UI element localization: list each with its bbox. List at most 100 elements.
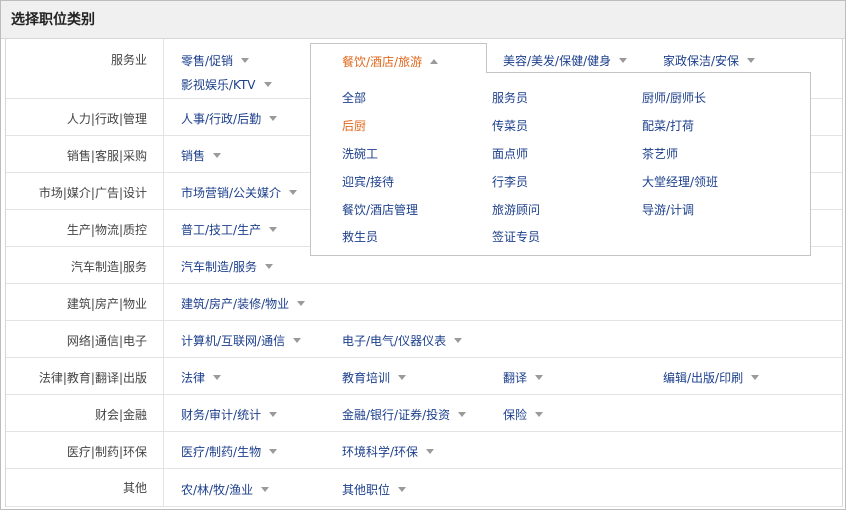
category-label: 服务业 — [110, 53, 147, 67]
subcategory-label: 金融/银行/证券/投资 — [342, 408, 451, 422]
subcategory-law[interactable]: 法律 — [181, 369, 222, 386]
chevron-down-icon — [398, 375, 407, 380]
subcategory-hr-admin[interactable]: 人事/行政/后勤 — [181, 110, 278, 127]
dropdown-item-visa-specialist[interactable]: 签证专员 — [492, 228, 540, 245]
subcategory-label: 环境科学/环保 — [342, 445, 419, 459]
category-row-other: 其他 农/林/牧/渔业 其他职位 — [6, 469, 842, 507]
dropdown-item-dishwasher[interactable]: 洗碗工 — [342, 145, 378, 162]
dropdown-item-hotel-management[interactable]: 餐饮/酒店管理 — [342, 201, 418, 218]
chevron-down-icon — [458, 412, 467, 417]
subcategory-medical-pharma[interactable]: 医疗/制药/生物 — [181, 443, 278, 460]
subcategory-label: 普工/技工/生产 — [181, 223, 262, 237]
active-subcategory-label: 餐饮/酒店/旅游 — [342, 53, 439, 70]
subcategory-retail-promotion[interactable]: 零售/促销 — [181, 52, 250, 69]
dropdown-item-waiter[interactable]: 服务员 — [492, 89, 528, 106]
category-label-cell: 汽车制造|服务 — [6, 247, 164, 283]
subcategory-label: 人事/行政/后勤 — [181, 112, 262, 126]
chevron-down-icon — [751, 375, 760, 380]
subcategory-catering-hotel-tourism[interactable]: 餐饮/酒店/旅游 — [310, 43, 487, 73]
chevron-down-icon — [289, 190, 298, 195]
category-label-cell: 生产|物流|质控 — [6, 210, 164, 246]
chevron-down-icon — [747, 58, 756, 63]
category-row-law-education: 法律|教育|翻译|出版 法律 教育培训 翻译 编辑/出版/印刷 — [6, 358, 842, 395]
dropdown-item-bellboy[interactable]: 行李员 — [492, 173, 528, 190]
subcategory-marketing-pr[interactable]: 市场营销/公关媒介 — [181, 184, 298, 201]
subcategory-electronics[interactable]: 电子/电气/仪器仪表 — [342, 332, 463, 349]
chevron-down-icon — [269, 227, 278, 232]
category-table: 服务业 零售/促销 美容/美发/保健/健身 家政保洁/安保 影视娱乐/KTV 人… — [5, 39, 843, 507]
category-label: 建筑|房产|物业 — [66, 297, 147, 311]
subcategory-label: 餐饮/酒店/旅游 — [342, 55, 423, 69]
category-label-cell: 建筑|房产|物业 — [6, 284, 164, 320]
subcategory-insurance[interactable]: 保险 — [503, 406, 544, 423]
chevron-down-icon — [241, 58, 250, 63]
category-label-cell: 销售|客服|采购 — [6, 136, 164, 172]
dropdown-item-lifeguard[interactable]: 救生员 — [342, 228, 378, 245]
dropdown-item-chef[interactable]: 厨师/厨师长 — [642, 89, 706, 106]
subcategory-beauty-fitness[interactable]: 美容/美发/保健/健身 — [503, 52, 628, 69]
category-label-cell: 市场|媒介|广告|设计 — [6, 173, 164, 209]
dropdown-item-all[interactable]: 全部 — [342, 89, 366, 106]
chevron-down-icon — [213, 153, 222, 158]
category-label-cell: 人力|行政|管理 — [6, 99, 164, 135]
chevron-down-icon — [213, 375, 222, 380]
dropdown-item-travel-consultant[interactable]: 旅游顾问 — [492, 201, 540, 218]
subcategory-automotive-service[interactable]: 汽车制造/服务 — [181, 258, 274, 275]
category-label-cell: 财会|金融 — [6, 395, 164, 431]
chevron-down-icon — [261, 487, 270, 492]
subcategory-construction-property[interactable]: 建筑/房产/装修/物业 — [181, 295, 306, 312]
subcategory-environment[interactable]: 环境科学/环保 — [342, 443, 435, 460]
dropdown-item-food-runner[interactable]: 传菜员 — [492, 117, 528, 134]
job-category-dialog: 选择职位类别 服务业 零售/促销 美容/美发/保健/健身 家政保洁/安保 影视娱… — [0, 0, 846, 510]
subcategory-dropdown-panel: 全部 服务员 厨师/厨师长 后厨 传菜员 配菜/打荷 洗碗工 面点师 茶艺师 迎… — [310, 72, 811, 256]
dialog-header: 选择职位类别 — [1, 1, 845, 39]
subcategory-label: 建筑/房产/装修/物业 — [181, 297, 290, 311]
subcategory-label: 保险 — [503, 408, 528, 422]
dropdown-item-tea-artist[interactable]: 茶艺师 — [642, 145, 678, 162]
subcategory-education-training[interactable]: 教育培训 — [342, 369, 407, 386]
category-label: 市场|媒介|广告|设计 — [38, 186, 147, 200]
chevron-down-icon — [535, 375, 544, 380]
dropdown-item-greeter[interactable]: 迎宾/接待 — [342, 173, 394, 190]
category-label: 网络|通信|电子 — [66, 334, 147, 348]
subcategory-agriculture[interactable]: 农/林/牧/渔业 — [181, 481, 270, 498]
category-label-cell: 网络|通信|电子 — [6, 321, 164, 357]
subcategory-housekeeping-security[interactable]: 家政保洁/安保 — [663, 52, 756, 69]
subcategory-finance-audit[interactable]: 财务/审计/统计 — [181, 406, 278, 423]
subcategory-sales[interactable]: 销售 — [181, 147, 222, 164]
dropdown-item-lobby-manager[interactable]: 大堂经理/领班 — [642, 173, 718, 190]
chevron-down-icon — [426, 449, 435, 454]
subcategory-label: 销售 — [181, 149, 206, 163]
category-row-network: 网络|通信|电子 计算机/互联网/通信 电子/电气/仪器仪表 — [6, 321, 842, 358]
subcategory-editing-publishing[interactable]: 编辑/出版/印刷 — [663, 369, 760, 386]
subcategory-entertainment-ktv[interactable]: 影视娱乐/KTV — [181, 76, 272, 93]
subcategory-label: 影视娱乐/KTV — [181, 78, 256, 92]
subcategory-label: 医疗/制药/生物 — [181, 445, 262, 459]
chevron-up-icon — [430, 59, 439, 64]
chevron-down-icon — [269, 449, 278, 454]
dropdown-item-prep-cook[interactable]: 配菜/打荷 — [642, 117, 694, 134]
subcategory-label: 零售/促销 — [181, 54, 234, 68]
subcategory-label: 电子/电气/仪器仪表 — [342, 334, 447, 348]
category-label: 生产|物流|质控 — [66, 223, 147, 237]
subcategory-label: 财务/审计/统计 — [181, 408, 262, 422]
dropdown-item-pastry-chef[interactable]: 面点师 — [492, 145, 528, 162]
category-row-finance: 财会|金融 财务/审计/统计 金融/银行/证券/投资 保险 — [6, 395, 842, 432]
subcategory-label: 教育培训 — [342, 371, 391, 385]
subcategory-worker-production[interactable]: 普工/技工/生产 — [181, 221, 278, 238]
subcategory-other-positions[interactable]: 其他职位 — [342, 481, 407, 498]
subcategory-label: 市场营销/公关媒介 — [181, 186, 282, 200]
subcategory-label: 计算机/互联网/通信 — [181, 334, 286, 348]
dropdown-item-tour-guide[interactable]: 导游/计调 — [642, 201, 694, 218]
category-label-cell: 医疗|制药|环保 — [6, 432, 164, 468]
chevron-down-icon — [269, 116, 278, 121]
subcategory-banking-securities[interactable]: 金融/银行/证券/投资 — [342, 406, 467, 423]
chevron-down-icon — [454, 338, 463, 343]
dropdown-item-back-kitchen[interactable]: 后厨 — [342, 117, 366, 134]
category-row-construction: 建筑|房产|物业 建筑/房产/装修/物业 — [6, 284, 842, 321]
category-label: 汽车制造|服务 — [70, 260, 147, 274]
subcategory-computer-internet[interactable]: 计算机/互联网/通信 — [181, 332, 302, 349]
category-row-medical: 医疗|制药|环保 医疗/制药/生物 环境科学/环保 — [6, 432, 842, 469]
subcategory-label: 家政保洁/安保 — [663, 54, 740, 68]
subcategory-translation[interactable]: 翻译 — [503, 369, 544, 386]
